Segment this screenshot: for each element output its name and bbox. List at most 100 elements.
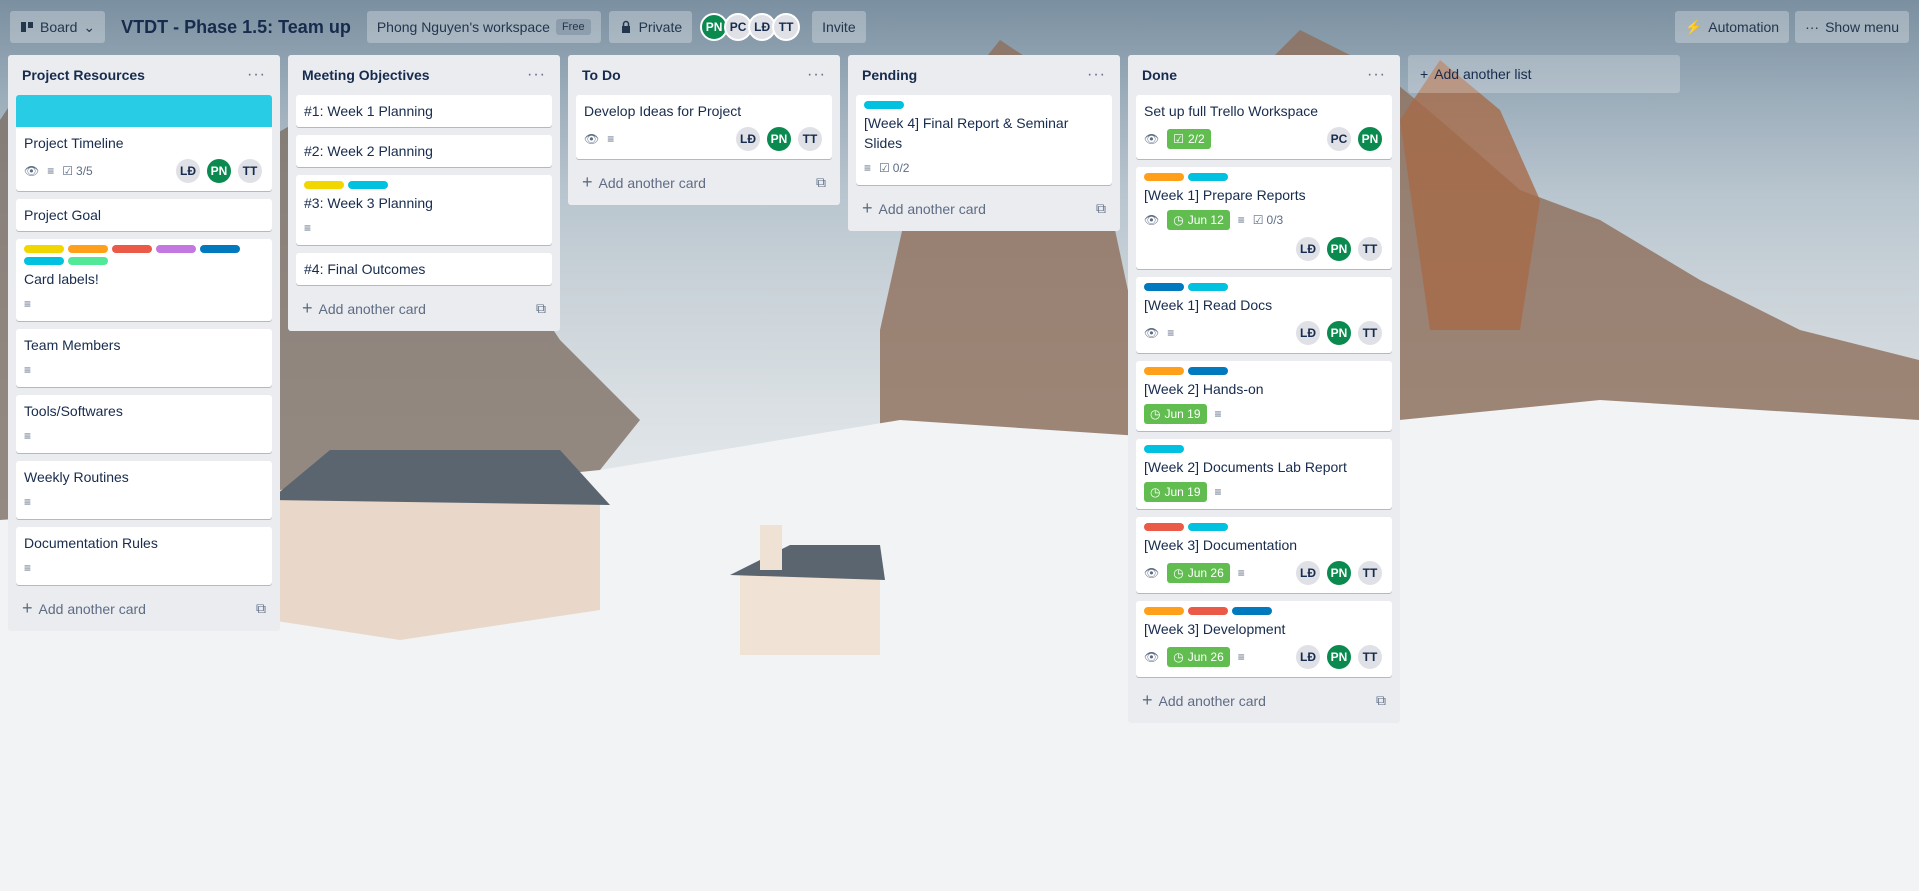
clock-icon: ◷ — [1150, 407, 1161, 421]
template-icon[interactable]: ⧉ — [816, 174, 826, 191]
description-icon: ≡ — [24, 297, 32, 311]
card[interactable]: [Week 3] Documentation 👁 ◷ Jun 26 ≡ LĐ PN… — [1136, 517, 1392, 593]
add-card-button[interactable]: + Add another card ⧉ — [16, 593, 272, 623]
list-menu-icon[interactable]: ··· — [247, 66, 266, 84]
card[interactable]: #2: Week 2 Planning — [296, 135, 552, 167]
plus-icon: + — [22, 597, 33, 618]
avatar[interactable]: LĐ — [1294, 643, 1322, 671]
board-members: PN PC LĐ TT — [700, 13, 801, 41]
list-title[interactable]: Done — [1142, 67, 1177, 83]
visibility-button[interactable]: Private — [608, 11, 693, 43]
card[interactable]: Documentation Rules ≡ — [16, 527, 272, 585]
avatar[interactable]: LĐ — [1294, 559, 1322, 587]
template-icon[interactable]: ⧉ — [1096, 200, 1106, 217]
checklist-count: 2/2 — [1188, 132, 1205, 146]
add-list-button[interactable]: + Add another list — [1408, 55, 1680, 93]
card[interactable]: Set up full Trello Workspace 👁 ☑ 2/2 PC P… — [1136, 95, 1392, 159]
label-blue — [1144, 283, 1184, 291]
card[interactable]: Weekly Routines ≡ — [16, 461, 272, 519]
label-blue — [1232, 607, 1272, 615]
watch-icon: 👁 — [1144, 132, 1160, 146]
add-card-label: Add another card — [1158, 692, 1266, 709]
avatar[interactable]: LĐ — [1294, 235, 1322, 263]
add-card-label: Add another card — [598, 174, 706, 191]
workspace-button[interactable]: Phong Nguyen's workspace Free — [366, 11, 601, 43]
card[interactable]: Card labels! ≡ — [16, 239, 272, 321]
avatar[interactable]: LĐ — [1294, 319, 1322, 347]
avatar[interactable]: TT — [236, 157, 264, 185]
card[interactable]: Team Members ≡ — [16, 329, 272, 387]
card[interactable]: #3: Week 3 Planning ≡ — [296, 175, 552, 245]
avatar[interactable]: PN — [1325, 319, 1353, 347]
list-menu-icon[interactable]: ··· — [1087, 66, 1106, 84]
workspace-name: Phong Nguyen's workspace — [376, 19, 550, 35]
template-icon[interactable]: ⧉ — [1376, 692, 1386, 709]
watch-icon: 👁 — [1144, 566, 1160, 580]
avatar[interactable]: PN — [765, 125, 793, 153]
avatar[interactable]: TT — [1356, 559, 1384, 587]
card[interactable]: Project Goal — [16, 199, 272, 231]
card[interactable]: [Week 1] Prepare Reports 👁 ◷ Jun 12 ≡ ☑ 0/… — [1136, 167, 1392, 269]
more-icon: ··· — [1805, 19, 1820, 35]
list-title[interactable]: Project Resources — [22, 67, 145, 83]
card[interactable]: [Week 2] Documents Lab Report ◷ Jun 19 ≡ — [1136, 439, 1392, 509]
card[interactable]: Tools/Softwares ≡ — [16, 395, 272, 453]
card[interactable]: [Week 3] Development 👁 ◷ Jun 26 ≡ LĐ PN T… — [1136, 601, 1392, 677]
description-icon: ≡ — [24, 429, 32, 443]
avatar[interactable]: TT — [772, 13, 801, 41]
list-menu-icon[interactable]: ··· — [807, 66, 826, 84]
board-title[interactable]: VTDT - Phase 1.5: Team up — [113, 17, 359, 38]
avatar[interactable]: PN — [205, 157, 233, 185]
list-menu-icon[interactable]: ··· — [527, 66, 546, 84]
list-title[interactable]: To Do — [582, 67, 621, 83]
card-title: Card labels! — [24, 271, 99, 287]
card[interactable]: #4: Final Outcomes — [296, 253, 552, 285]
card[interactable]: [Week 2] Hands-on ◷ Jun 19 ≡ — [1136, 361, 1392, 431]
label-purple — [156, 245, 196, 253]
board-icon — [21, 22, 33, 32]
list-menu-icon[interactable]: ··· — [1367, 66, 1386, 84]
clock-icon: ◷ — [1173, 566, 1184, 580]
card[interactable]: [Week 4] Final Report & Seminar Slides ≡… — [856, 95, 1112, 185]
template-icon[interactable]: ⧉ — [536, 300, 546, 317]
description-icon: ≡ — [304, 221, 312, 235]
card[interactable]: Project Timeline 👁 ≡ ☑ 3/5 LĐ PN TT — [16, 95, 272, 191]
add-card-label: Add another card — [318, 300, 426, 317]
card[interactable]: [Week 1] Read Docs 👁 ≡ LĐ PN TT — [1136, 277, 1392, 353]
description-icon: ≡ — [24, 363, 32, 377]
card[interactable]: Develop Ideas for Project 👁 ≡ LĐ PN TT — [576, 95, 832, 159]
card-labels — [1144, 523, 1384, 531]
avatar[interactable]: TT — [1356, 235, 1384, 263]
avatar[interactable]: PC — [1325, 125, 1353, 153]
card-title: Develop Ideas for Project — [584, 103, 742, 119]
add-card-button[interactable]: + Add another card ⧉ — [1136, 685, 1392, 715]
checklist-icon: ☑ — [1173, 132, 1184, 146]
add-card-button[interactable]: + Add another card ⧉ — [856, 193, 1112, 223]
card[interactable]: #1: Week 1 Planning — [296, 95, 552, 127]
avatar[interactable]: PN — [1325, 643, 1353, 671]
list-title[interactable]: Meeting Objectives — [302, 67, 430, 83]
view-switcher-button[interactable]: Board ⌄ — [10, 11, 106, 43]
checklist-icon: ☑ — [62, 164, 74, 178]
list-project-resources: Project Resources ··· Project Timeline 👁 … — [8, 55, 280, 631]
label-sky — [864, 101, 904, 109]
avatar[interactable]: PN — [1325, 559, 1353, 587]
avatar[interactable]: TT — [796, 125, 824, 153]
card-title: [Week 1] Prepare Reports — [1144, 187, 1306, 203]
avatar[interactable]: TT — [1356, 319, 1384, 347]
avatar[interactable]: TT — [1356, 643, 1384, 671]
add-card-button[interactable]: + Add another card ⧉ — [296, 293, 552, 323]
automation-button[interactable]: ⚡ Automation — [1674, 11, 1790, 43]
description-icon: ≡ — [1167, 326, 1175, 340]
avatar[interactable]: PN — [1325, 235, 1353, 263]
add-card-button[interactable]: + Add another card ⧉ — [576, 167, 832, 197]
avatar[interactable]: PN — [1356, 125, 1384, 153]
list-title[interactable]: Pending — [862, 67, 917, 83]
show-menu-button[interactable]: ··· Show menu — [1795, 11, 1909, 43]
template-icon[interactable]: ⧉ — [256, 600, 266, 617]
description-icon: ≡ — [47, 164, 55, 178]
avatar[interactable]: LĐ — [174, 157, 202, 185]
label-sky — [1188, 523, 1228, 531]
avatar[interactable]: LĐ — [734, 125, 762, 153]
invite-button[interactable]: Invite — [812, 11, 866, 43]
